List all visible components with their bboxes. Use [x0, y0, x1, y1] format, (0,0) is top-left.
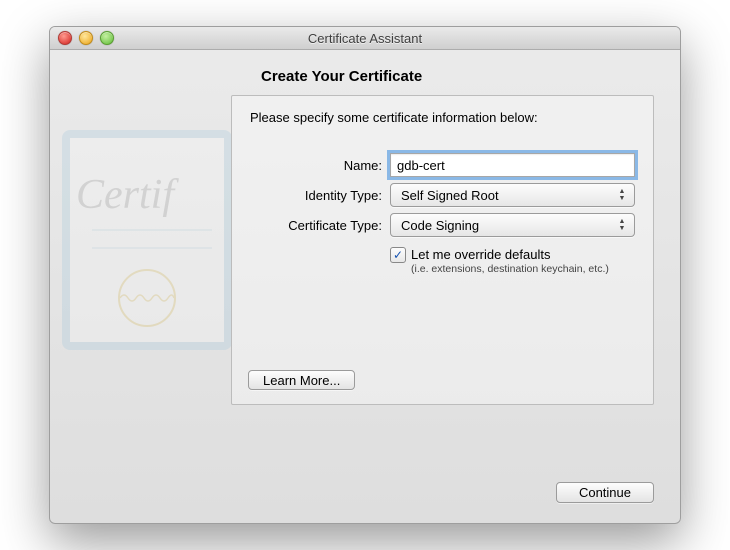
instruction-text: Please specify some certificate informat… [250, 110, 635, 125]
certificate-type-label: Certificate Type: [250, 218, 390, 233]
learn-more-button[interactable]: Learn More... [248, 370, 355, 390]
certificate-type-value: Code Signing [401, 218, 479, 233]
override-defaults-sublabel: (i.e. extensions, destination keychain, … [411, 263, 609, 275]
window-title: Certificate Assistant [50, 31, 680, 46]
identity-type-value: Self Signed Root [401, 188, 499, 203]
dialog-window: Certificate Assistant Certif Create Your… [49, 26, 681, 524]
identity-type-label: Identity Type: [250, 188, 390, 203]
identity-type-select[interactable]: Self Signed Root ▲▼ [390, 183, 635, 207]
override-row: ✓ Let me override defaults (i.e. extensi… [390, 247, 635, 275]
chevron-updown-icon: ▲▼ [614, 216, 630, 233]
dialog-body: Certif Create Your Certificate Please sp… [50, 50, 680, 468]
override-defaults-checkbox[interactable]: ✓ [390, 247, 406, 263]
override-defaults-label: Let me override defaults [411, 247, 609, 262]
name-row: Name: [250, 153, 635, 177]
cert-type-row: Certificate Type: Code Signing ▲▼ [250, 213, 635, 237]
svg-text:Certif: Certif [76, 172, 179, 218]
certificate-illustration-icon: Certif [62, 130, 232, 350]
minimize-icon[interactable] [79, 31, 93, 45]
continue-button[interactable]: Continue [556, 482, 654, 503]
name-field[interactable] [390, 153, 635, 177]
chevron-updown-icon: ▲▼ [614, 186, 630, 203]
form-panel: Please specify some certificate informat… [231, 95, 654, 405]
dialog-footer: Continue [50, 468, 680, 523]
name-label: Name: [250, 158, 390, 173]
titlebar: Certificate Assistant [50, 27, 680, 50]
identity-row: Identity Type: Self Signed Root ▲▼ [250, 183, 635, 207]
close-icon[interactable] [58, 31, 72, 45]
traffic-lights [58, 31, 114, 45]
certificate-type-select[interactable]: Code Signing ▲▼ [390, 213, 635, 237]
zoom-icon[interactable] [100, 31, 114, 45]
override-text-group: Let me override defaults (i.e. extension… [411, 247, 609, 275]
page-title: Create Your Certificate [261, 68, 654, 85]
